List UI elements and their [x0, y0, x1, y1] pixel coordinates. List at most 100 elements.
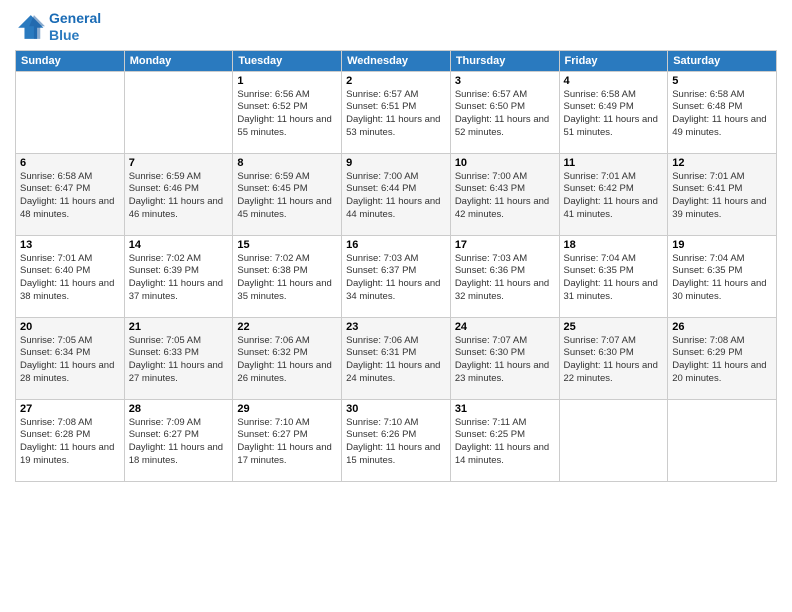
- weekday-header: Friday: [559, 50, 668, 71]
- day-number: 24: [455, 321, 555, 333]
- day-detail: Sunrise: 7:09 AMSunset: 6:27 PMDaylight:…: [129, 417, 229, 468]
- day-number: 3: [455, 75, 555, 87]
- calendar-cell: 19 Sunrise: 7:04 AMSunset: 6:35 PMDayligh…: [668, 235, 777, 317]
- calendar-cell: 18 Sunrise: 7:04 AMSunset: 6:35 PMDayligh…: [559, 235, 668, 317]
- day-number: 2: [346, 75, 446, 87]
- day-detail: Sunrise: 6:56 AMSunset: 6:52 PMDaylight:…: [237, 89, 337, 140]
- day-number: 5: [672, 75, 772, 87]
- weekday-header: Tuesday: [233, 50, 342, 71]
- calendar-cell: 29 Sunrise: 7:10 AMSunset: 6:27 PMDayligh…: [233, 399, 342, 481]
- day-detail: Sunrise: 6:57 AMSunset: 6:50 PMDaylight:…: [455, 89, 555, 140]
- calendar-cell: 23 Sunrise: 7:06 AMSunset: 6:31 PMDayligh…: [342, 317, 451, 399]
- weekday-header: Sunday: [16, 50, 125, 71]
- calendar-cell: 11Sunrise: 7:01 AMSunset: 6:42 PMDayligh…: [559, 153, 668, 235]
- logo-icon: [15, 13, 45, 41]
- day-number: 19: [672, 239, 772, 251]
- calendar-cell: 24 Sunrise: 7:07 AMSunset: 6:30 PMDayligh…: [450, 317, 559, 399]
- day-detail: Sunrise: 6:58 AMSunset: 6:49 PMDaylight:…: [564, 89, 664, 140]
- calendar-cell: 1 Sunrise: 6:56 AMSunset: 6:52 PMDaylight…: [233, 71, 342, 153]
- day-number: 16: [346, 239, 446, 251]
- day-number: 8: [237, 157, 337, 169]
- day-detail: Sunrise: 6:57 AMSunset: 6:51 PMDaylight:…: [346, 89, 446, 140]
- calendar-cell: [124, 71, 233, 153]
- day-detail: Sunrise: 7:06 AMSunset: 6:32 PMDaylight:…: [237, 335, 337, 386]
- calendar-week-row: 27 Sunrise: 7:08 AMSunset: 6:28 PMDayligh…: [16, 399, 777, 481]
- day-number: 18: [564, 239, 664, 251]
- weekday-header: Wednesday: [342, 50, 451, 71]
- day-number: 15: [237, 239, 337, 251]
- calendar-week-row: 1 Sunrise: 6:56 AMSunset: 6:52 PMDaylight…: [16, 71, 777, 153]
- day-detail: Sunrise: 7:05 AMSunset: 6:33 PMDaylight:…: [129, 335, 229, 386]
- page: General Blue SundayMondayTuesdayWednesda…: [0, 0, 792, 612]
- day-detail: Sunrise: 7:04 AMSunset: 6:35 PMDaylight:…: [564, 253, 664, 304]
- calendar-cell: 26 Sunrise: 7:08 AMSunset: 6:29 PMDayligh…: [668, 317, 777, 399]
- calendar-week-row: 20Sunrise: 7:05 AMSunset: 6:34 PMDayligh…: [16, 317, 777, 399]
- calendar-cell: 12 Sunrise: 7:01 AMSunset: 6:41 PMDayligh…: [668, 153, 777, 235]
- day-detail: Sunrise: 7:06 AMSunset: 6:31 PMDaylight:…: [346, 335, 446, 386]
- day-number: 23: [346, 321, 446, 333]
- weekday-header: Saturday: [668, 50, 777, 71]
- day-detail: Sunrise: 6:59 AMSunset: 6:46 PMDaylight:…: [129, 171, 229, 222]
- day-detail: Sunrise: 7:01 AMSunset: 6:41 PMDaylight:…: [672, 171, 772, 222]
- calendar-cell: 15 Sunrise: 7:02 AMSunset: 6:38 PMDayligh…: [233, 235, 342, 317]
- day-detail: Sunrise: 7:10 AMSunset: 6:27 PMDaylight:…: [237, 417, 337, 468]
- day-detail: Sunrise: 7:11 AMSunset: 6:25 PMDaylight:…: [455, 417, 555, 468]
- day-detail: Sunrise: 7:04 AMSunset: 6:35 PMDaylight:…: [672, 253, 772, 304]
- calendar-cell: 5Sunrise: 6:58 AMSunset: 6:48 PMDaylight…: [668, 71, 777, 153]
- day-number: 1: [237, 75, 337, 87]
- day-detail: Sunrise: 7:00 AMSunset: 6:44 PMDaylight:…: [346, 171, 446, 222]
- logo: General Blue: [15, 10, 101, 44]
- day-detail: Sunrise: 7:01 AMSunset: 6:40 PMDaylight:…: [20, 253, 120, 304]
- day-detail: Sunrise: 7:10 AMSunset: 6:26 PMDaylight:…: [346, 417, 446, 468]
- calendar-cell: 30 Sunrise: 7:10 AMSunset: 6:26 PMDayligh…: [342, 399, 451, 481]
- day-number: 10: [455, 157, 555, 169]
- calendar-week-row: 6 Sunrise: 6:58 AMSunset: 6:47 PMDaylight…: [16, 153, 777, 235]
- day-number: 26: [672, 321, 772, 333]
- calendar-cell: [559, 399, 668, 481]
- calendar-cell: 31 Sunrise: 7:11 AMSunset: 6:25 PMDayligh…: [450, 399, 559, 481]
- calendar-cell: 6 Sunrise: 6:58 AMSunset: 6:47 PMDaylight…: [16, 153, 125, 235]
- day-number: 31: [455, 403, 555, 415]
- day-detail: Sunrise: 7:01 AMSunset: 6:42 PMDaylight:…: [564, 171, 664, 222]
- day-detail: Sunrise: 7:02 AMSunset: 6:39 PMDaylight:…: [129, 253, 229, 304]
- day-detail: Sunrise: 7:02 AMSunset: 6:38 PMDaylight:…: [237, 253, 337, 304]
- day-number: 27: [20, 403, 120, 415]
- calendar-header-row: SundayMondayTuesdayWednesdayThursdayFrid…: [16, 50, 777, 71]
- day-detail: Sunrise: 7:05 AMSunset: 6:34 PMDaylight:…: [20, 335, 120, 386]
- day-detail: Sunrise: 7:07 AMSunset: 6:30 PMDaylight:…: [455, 335, 555, 386]
- calendar-cell: 20Sunrise: 7:05 AMSunset: 6:34 PMDayligh…: [16, 317, 125, 399]
- weekday-header: Thursday: [450, 50, 559, 71]
- day-detail: Sunrise: 7:08 AMSunset: 6:29 PMDaylight:…: [672, 335, 772, 386]
- day-number: 4: [564, 75, 664, 87]
- day-number: 12: [672, 157, 772, 169]
- day-detail: Sunrise: 7:03 AMSunset: 6:36 PMDaylight:…: [455, 253, 555, 304]
- day-number: 29: [237, 403, 337, 415]
- calendar-cell: 2 Sunrise: 6:57 AMSunset: 6:51 PMDaylight…: [342, 71, 451, 153]
- day-number: 13: [20, 239, 120, 251]
- calendar-cell: 22Sunrise: 7:06 AMSunset: 6:32 PMDayligh…: [233, 317, 342, 399]
- logo-text: General Blue: [49, 10, 101, 44]
- day-number: 30: [346, 403, 446, 415]
- calendar-cell: 17Sunrise: 7:03 AMSunset: 6:36 PMDayligh…: [450, 235, 559, 317]
- calendar-cell: 7 Sunrise: 6:59 AMSunset: 6:46 PMDaylight…: [124, 153, 233, 235]
- day-detail: Sunrise: 7:03 AMSunset: 6:37 PMDaylight:…: [346, 253, 446, 304]
- calendar-cell: [16, 71, 125, 153]
- calendar-cell: 13 Sunrise: 7:01 AMSunset: 6:40 PMDayligh…: [16, 235, 125, 317]
- calendar-cell: 21 Sunrise: 7:05 AMSunset: 6:33 PMDayligh…: [124, 317, 233, 399]
- calendar-cell: 8Sunrise: 6:59 AMSunset: 6:45 PMDaylight…: [233, 153, 342, 235]
- day-number: 9: [346, 157, 446, 169]
- calendar-cell: 4 Sunrise: 6:58 AMSunset: 6:49 PMDaylight…: [559, 71, 668, 153]
- calendar-cell: 25 Sunrise: 7:07 AMSunset: 6:30 PMDayligh…: [559, 317, 668, 399]
- day-number: 25: [564, 321, 664, 333]
- header: General Blue: [15, 10, 777, 44]
- day-number: 6: [20, 157, 120, 169]
- day-detail: Sunrise: 6:58 AMSunset: 6:47 PMDaylight:…: [20, 171, 120, 222]
- calendar-cell: [668, 399, 777, 481]
- day-number: 28: [129, 403, 229, 415]
- day-number: 21: [129, 321, 229, 333]
- calendar-cell: 28 Sunrise: 7:09 AMSunset: 6:27 PMDayligh…: [124, 399, 233, 481]
- calendar-cell: 27 Sunrise: 7:08 AMSunset: 6:28 PMDayligh…: [16, 399, 125, 481]
- day-detail: Sunrise: 7:07 AMSunset: 6:30 PMDaylight:…: [564, 335, 664, 386]
- day-number: 7: [129, 157, 229, 169]
- day-detail: Sunrise: 7:08 AMSunset: 6:28 PMDaylight:…: [20, 417, 120, 468]
